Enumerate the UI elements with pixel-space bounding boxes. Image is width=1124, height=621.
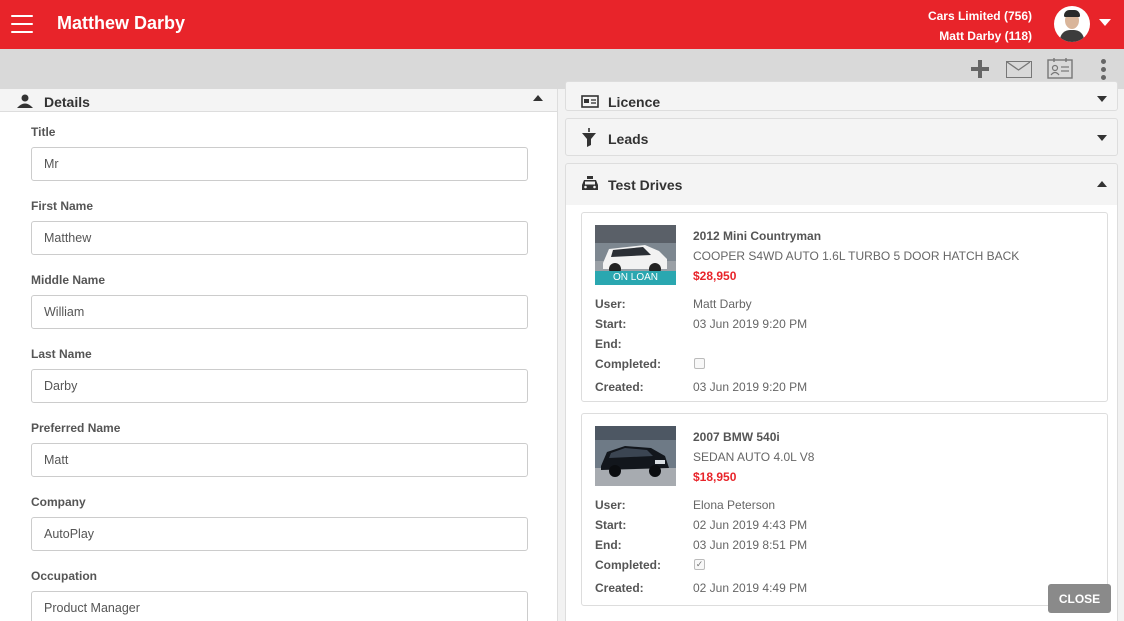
chevron-down-icon[interactable] — [1097, 135, 1107, 141]
account-user: Matt Darby (118) — [939, 29, 1032, 43]
completed-label: Completed: — [595, 357, 661, 371]
person-icon — [17, 94, 33, 108]
licence-section-header[interactable]: Licence — [565, 81, 1118, 111]
end-label: End: — [595, 538, 622, 552]
mail-icon[interactable] — [1006, 61, 1032, 78]
avatar[interactable] — [1054, 6, 1090, 42]
app-header: Matthew Darby Cars Limited (756) Matt Da… — [0, 0, 1124, 49]
middle-name-label: Middle Name — [31, 273, 106, 287]
right-panel: Licence Leads Test Drives ON LOAN 2012 M… — [559, 81, 1124, 621]
funnel-icon — [582, 128, 596, 147]
last-name-field[interactable] — [31, 369, 528, 403]
id-card-icon[interactable] — [1047, 57, 1073, 79]
start-label: Start: — [595, 518, 627, 532]
created-value: 02 Jun 2019 4:49 PM — [693, 581, 808, 595]
licence-card-icon — [581, 95, 599, 108]
page-title: Matthew Darby — [57, 13, 186, 33]
car-title: 2012 Mini Countryman — [693, 229, 822, 243]
end-label: End: — [595, 337, 622, 351]
test-drive-card[interactable]: ON LOAN 2012 Mini Countryman COOPER S4WD… — [581, 212, 1108, 402]
created-label: Created: — [595, 380, 644, 394]
car-title: 2007 BMW 540i — [693, 430, 780, 444]
chevron-up-icon[interactable] — [533, 95, 543, 101]
car-description: SEDAN AUTO 4.0L V8 — [693, 450, 815, 464]
title-field[interactable] — [31, 147, 528, 181]
car-price: $28,950 — [693, 269, 737, 283]
title-label: Title — [31, 125, 56, 139]
on-loan-badge: ON LOAN — [595, 271, 676, 285]
plus-icon[interactable] — [969, 58, 991, 80]
user-label: User: — [595, 297, 626, 311]
car-description: COOPER S4WD AUTO 1.6L TURBO 5 DOOR HATCH… — [693, 249, 1020, 263]
chevron-up-icon[interactable] — [1097, 181, 1107, 187]
details-title: Details — [44, 94, 90, 110]
completed-checkbox[interactable]: ✓ — [694, 559, 705, 570]
company-field[interactable] — [31, 517, 528, 551]
licence-title: Licence — [608, 94, 661, 110]
preferred-name-label: Preferred Name — [31, 421, 121, 435]
start-label: Start: — [595, 317, 627, 331]
car-price: $18,950 — [693, 470, 737, 484]
car-photo — [595, 426, 676, 486]
created-label: Created: — [595, 581, 644, 595]
start-value: 02 Jun 2019 4:43 PM — [693, 518, 808, 532]
leads-title: Leads — [608, 131, 649, 147]
occupation-field[interactable] — [31, 591, 528, 621]
details-panel: Details Title First Name Middle Name Las… — [0, 89, 558, 621]
close-button[interactable]: CLOSE — [1048, 584, 1111, 613]
first-name-label: First Name — [31, 199, 94, 213]
completed-checkbox[interactable] — [694, 358, 705, 369]
details-header[interactable]: Details — [0, 89, 557, 112]
first-name-field[interactable] — [31, 221, 528, 255]
car-photo: ON LOAN — [595, 225, 676, 285]
leads-section-header[interactable]: Leads — [565, 118, 1118, 156]
start-value: 03 Jun 2019 9:20 PM — [693, 317, 808, 331]
test-drives-list: ON LOAN 2012 Mini Countryman COOPER S4WD… — [565, 205, 1118, 621]
chevron-down-icon[interactable] — [1097, 96, 1107, 102]
company-label: Company — [31, 495, 86, 509]
taxi-icon — [582, 176, 598, 190]
occupation-label: Occupation — [31, 569, 98, 583]
user-value: Elona Peterson — [693, 498, 776, 512]
test-drive-card[interactable]: 2007 BMW 540i SEDAN AUTO 4.0L V8 $18,950… — [581, 413, 1108, 606]
account-info[interactable]: Cars Limited (756) Matt Darby (118) — [928, 6, 1032, 46]
middle-name-field[interactable] — [31, 295, 528, 329]
account-company: Cars Limited (756) — [927, 9, 1032, 23]
created-value: 03 Jun 2019 9:20 PM — [693, 380, 808, 394]
test-drives-section-header[interactable]: Test Drives — [565, 163, 1118, 206]
last-name-label: Last Name — [31, 347, 92, 361]
more-vertical-icon[interactable] — [1101, 59, 1106, 81]
user-label: User: — [595, 498, 626, 512]
menu-icon[interactable] — [11, 15, 33, 33]
test-drives-title: Test Drives — [608, 177, 683, 193]
preferred-name-field[interactable] — [31, 443, 528, 477]
end-value: 03 Jun 2019 8:51 PM — [693, 538, 808, 552]
completed-label: Completed: — [595, 558, 661, 572]
user-value: Matt Darby — [693, 297, 752, 311]
chevron-down-icon[interactable] — [1099, 19, 1111, 26]
